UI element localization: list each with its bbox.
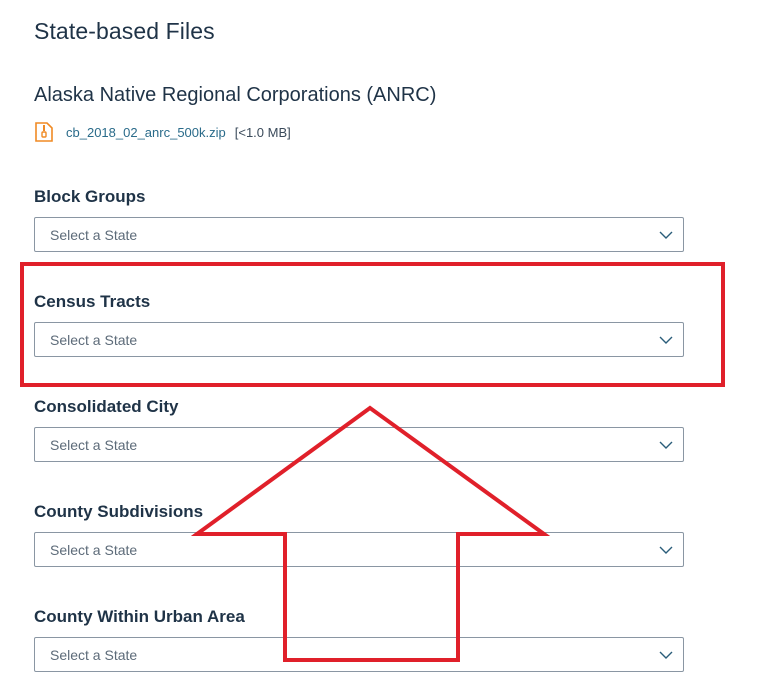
anrc-file-row: cb_2018_02_anrc_500k.zip [<1.0 MB] [34, 122, 291, 142]
page: State-based Files Alaska Native Regional… [0, 0, 781, 699]
chevron-down-icon [659, 648, 673, 662]
chevron-down-icon [659, 333, 673, 347]
anrc-file-size: [<1.0 MB] [234, 124, 291, 140]
chevron-down-icon [659, 228, 673, 242]
block-groups-label: Block Groups [34, 187, 146, 206]
census-tracts-state-select[interactable]: Select a State [34, 322, 684, 357]
block-groups-state-select[interactable]: Select a State [34, 217, 684, 252]
county-within-urban-area-label: County Within Urban Area [34, 607, 245, 626]
consolidated-city-state-select[interactable]: Select a State [34, 427, 684, 462]
select-placeholder: Select a State [50, 331, 138, 348]
census-tracts-label: Census Tracts [34, 292, 151, 311]
select-placeholder: Select a State [50, 226, 138, 243]
chevron-down-icon [659, 438, 673, 452]
county-subdivisions-label: County Subdivisions [34, 502, 204, 521]
county-within-urban-area-state-select[interactable]: Select a State [34, 637, 684, 672]
chevron-down-icon [659, 543, 673, 557]
select-placeholder: Select a State [50, 541, 138, 558]
zip-file-icon [34, 122, 54, 142]
select-placeholder: Select a State [50, 436, 138, 453]
anrc-title: Alaska Native Regional Corporations (ANR… [34, 84, 437, 106]
county-subdivisions-state-select[interactable]: Select a State [34, 532, 684, 567]
anrc-download-link[interactable]: cb_2018_02_anrc_500k.zip [66, 125, 226, 140]
section-title: State-based Files [34, 18, 215, 44]
consolidated-city-label: Consolidated City [34, 397, 179, 416]
select-placeholder: Select a State [50, 646, 138, 663]
